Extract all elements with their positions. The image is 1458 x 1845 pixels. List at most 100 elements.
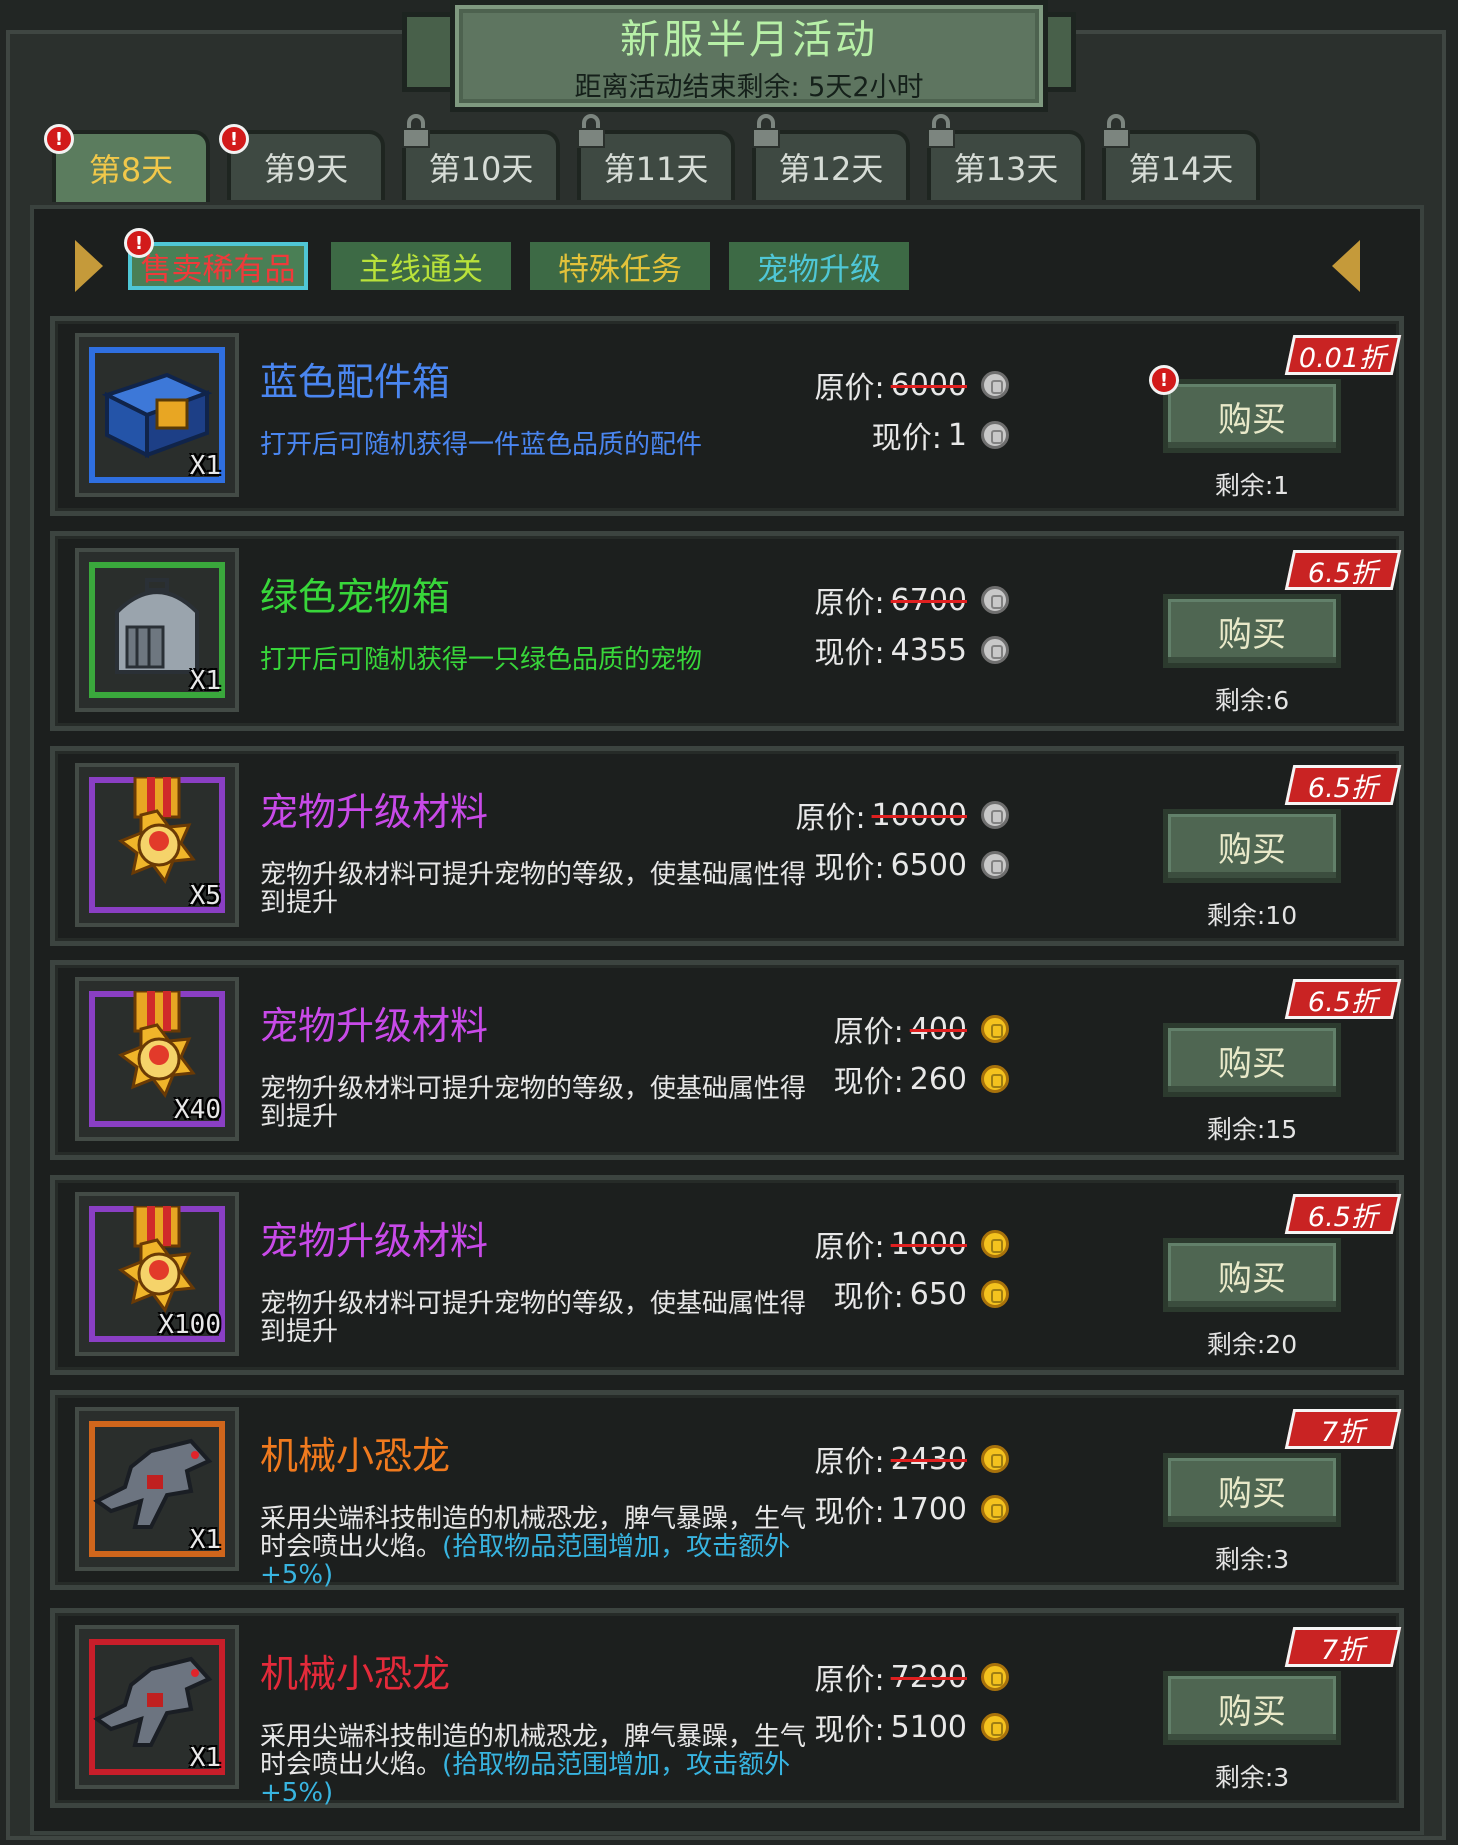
current-price: 现价: 1	[872, 413, 1009, 457]
gold-coin-icon	[981, 1713, 1009, 1741]
item-description: 宠物升级材料可提升宠物的等级，使基础属性得到提升	[260, 861, 830, 917]
lock-icon	[1102, 114, 1130, 148]
current-price-label: 现价:	[833, 1280, 904, 1315]
gold-coin-icon	[981, 1663, 1009, 1691]
lock-icon	[927, 114, 955, 148]
remaining-count: 剩余:1	[1214, 471, 1290, 500]
item-icon-frame[interactable]: X1	[75, 548, 239, 712]
item-description: 宠物升级材料可提升宠物的等级，使基础属性得到提升	[260, 1290, 830, 1346]
alert-icon: !	[1149, 365, 1179, 395]
original-price-label: 原价:	[795, 801, 866, 836]
original-price-label: 原价:	[814, 371, 885, 406]
item-description: 采用尖端科技制造的机械恐龙，脾气暴躁，生气时会喷出火焰。(拾取物品范围增加，攻击…	[260, 1723, 830, 1807]
item-description-text: 宠物升级材料可提升宠物的等级，使基础属性得到提升	[260, 1074, 807, 1132]
discount-text: 6.5折	[1308, 986, 1378, 1018]
original-price-label: 原价:	[814, 586, 885, 621]
original-price: 原价: 6000	[815, 363, 1009, 407]
buy-button[interactable]: 购买	[1163, 809, 1341, 883]
shop-item-row: X1 蓝色配件箱打开后可随机获得一件蓝色品质的配件 原价: 6000 现价: 1 购买 0.0…	[50, 316, 1404, 516]
item-icon-frame[interactable]: X100	[75, 1192, 239, 1356]
day-tab-9[interactable]: 第9天	[227, 130, 385, 200]
original-price: 原价: 7290	[815, 1655, 1009, 1699]
original-price: 原价: 2430	[815, 1437, 1009, 1481]
buy-button[interactable]: 购买	[1163, 594, 1341, 668]
silver-coin-icon	[981, 371, 1009, 399]
current-price: 现价: 260	[834, 1057, 1009, 1101]
shop-item-row: X1 机械小恐龙采用尖端科技制造的机械恐龙，脾气暴躁，生气时会喷出火焰。(拾取物品…	[50, 1608, 1404, 1808]
original-price-value: 1000	[890, 1226, 967, 1262]
item-name: 蓝色配件箱	[260, 360, 451, 404]
item-name: 宠物升级材料	[260, 1219, 489, 1263]
item-name: 机械小恐龙	[260, 1652, 451, 1696]
original-price-label: 原价:	[833, 1015, 904, 1050]
item-quantity: X40	[174, 1095, 221, 1125]
original-price-label: 原价:	[814, 1445, 885, 1480]
shop-item-row: X100 宠物升级材料宠物升级材料可提升宠物的等级，使基础属性得到提升 原价: 100…	[50, 1175, 1404, 1375]
discount-badge: 6.5折	[1284, 765, 1402, 805]
remaining-count: 剩余:3	[1214, 1545, 1290, 1574]
current-price-label: 现价:	[833, 1065, 904, 1100]
item-icon-frame[interactable]: X1	[75, 1407, 239, 1571]
current-price-value: 1700	[890, 1491, 967, 1527]
event-countdown: 距离活动结束剩余: 5天2小时	[574, 72, 924, 103]
original-price-value: 2430	[890, 1441, 967, 1477]
discount-text: 6.5折	[1308, 772, 1378, 804]
item-description: 采用尖端科技制造的机械恐龙，脾气暴躁，生气时会喷出火焰。(拾取物品范围增加，攻击…	[260, 1505, 830, 1589]
item-description-text: 打开后可随机获得一只绿色品质的宠物	[260, 645, 703, 675]
discount-badge: 6.5折	[1284, 1194, 1402, 1234]
event-title: 新服半月活动	[620, 17, 878, 63]
remaining-count: 剩余:20	[1206, 1330, 1298, 1359]
silver-coin-icon	[981, 586, 1009, 614]
discount-badge: 0.01折	[1284, 335, 1402, 375]
buy-button[interactable]: 购买	[1163, 379, 1341, 453]
current-price-value: 4355	[890, 632, 967, 668]
current-price-label: 现价:	[871, 421, 942, 456]
alert-icon: !	[124, 228, 154, 258]
day-tab-8[interactable]: 第8天	[52, 130, 210, 202]
current-price-label: 现价:	[814, 1713, 885, 1748]
original-price: 原价: 10000	[795, 793, 1009, 837]
item-quantity: X1	[189, 451, 221, 481]
item-quantity: X5	[189, 881, 221, 911]
item-icon-frame[interactable]: X5	[75, 763, 239, 927]
item-icon-frame[interactable]: X1	[75, 1625, 239, 1789]
discount-badge: 7折	[1284, 1409, 1402, 1449]
buy-button[interactable]: 购买	[1163, 1453, 1341, 1527]
item-name: 宠物升级材料	[260, 1004, 489, 1048]
buy-button[interactable]: 购买	[1163, 1238, 1341, 1312]
current-price-label: 现价:	[814, 636, 885, 671]
gold-coin-icon	[981, 1445, 1009, 1473]
scroll-left-arrow-icon[interactable]	[75, 240, 103, 292]
discount-badge: 6.5折	[1284, 979, 1402, 1019]
item-icon-frame[interactable]: X40	[75, 977, 239, 1141]
current-price: 现价: 4355	[815, 628, 1009, 672]
item-description-text: 打开后可随机获得一件蓝色品质的配件	[260, 430, 703, 460]
current-price-value: 6500	[890, 847, 967, 883]
item-description: 宠物升级材料可提升宠物的等级，使基础属性得到提升	[260, 1075, 830, 1131]
item-quantity: X1	[189, 1525, 221, 1555]
scroll-right-arrow-icon[interactable]	[1332, 240, 1360, 292]
alert-icon: !	[219, 124, 249, 154]
current-price-value: 5100	[890, 1709, 967, 1745]
original-price-label: 原价:	[814, 1230, 885, 1265]
silver-coin-icon	[981, 851, 1009, 879]
item-icon-frame[interactable]: X1	[75, 333, 239, 497]
category-tab-1[interactable]: 售卖稀有品	[128, 242, 308, 290]
original-price: 原价: 1000	[815, 1222, 1009, 1266]
discount-text: 7折	[1320, 1416, 1366, 1448]
current-price-label: 现价:	[814, 851, 885, 886]
original-price-label: 原价:	[814, 1663, 885, 1698]
item-quantity: X100	[158, 1310, 221, 1340]
buy-button[interactable]: 购买	[1163, 1023, 1341, 1097]
shop-item-row: X5 宠物升级材料 宠物升级材料可提升宠物的等级，使基础属性得到提升 原价: 10000…	[50, 746, 1404, 946]
gold-coin-icon	[981, 1280, 1009, 1308]
item-description-text: 宠物升级材料可提升宠物的等级，使基础属性得到提升	[260, 860, 807, 918]
category-tab-4[interactable]: 宠物升级	[729, 242, 909, 290]
remaining-count: 剩余:10	[1206, 901, 1298, 930]
category-tab-2[interactable]: 主线通关	[331, 242, 511, 290]
buy-button[interactable]: 购买	[1163, 1671, 1341, 1745]
item-description: 打开后可随机获得一件蓝色品质的配件	[260, 431, 830, 459]
current-price: 现价: 650	[834, 1272, 1009, 1316]
discount-text: 0.01折	[1299, 342, 1387, 374]
category-tab-3[interactable]: 特殊任务	[530, 242, 710, 290]
